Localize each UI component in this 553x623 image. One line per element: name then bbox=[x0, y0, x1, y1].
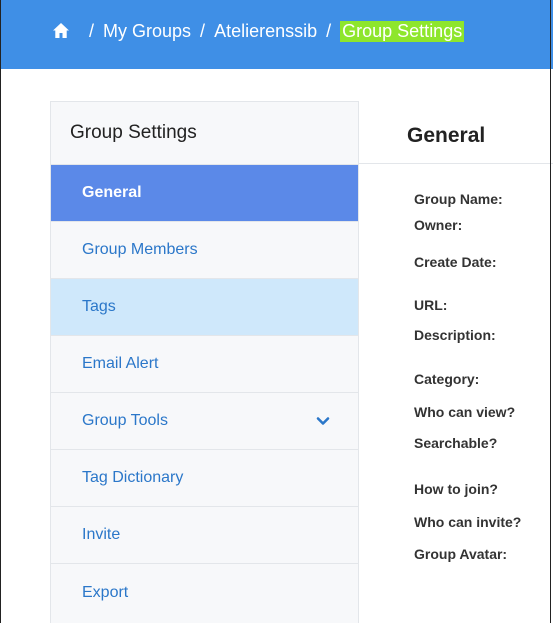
field-label-create-date: Create Date: bbox=[414, 254, 497, 270]
sidebar-item-label: Group Members bbox=[82, 241, 198, 258]
sidebar-item-label: Tag Dictionary bbox=[82, 469, 184, 486]
chevron-down-icon[interactable] bbox=[316, 414, 330, 428]
breadcrumb-separator: / bbox=[326, 21, 332, 41]
sidebar-item-label: Export bbox=[82, 583, 129, 601]
breadcrumb-group-settings: Group Settings bbox=[340, 21, 465, 42]
field-label-group-avatar: Group Avatar: bbox=[414, 546, 508, 562]
field-label-how-to-join: How to join? bbox=[414, 481, 498, 497]
field-label-who-can-invite: Who can invite? bbox=[414, 514, 522, 530]
home-icon[interactable] bbox=[52, 22, 70, 40]
breadcrumb-my-groups[interactable]: My Groups bbox=[103, 21, 191, 42]
field-label-url: URL: bbox=[414, 297, 448, 313]
sidebar-item-tag-dictionary[interactable]: Tag Dictionary bbox=[51, 450, 358, 507]
sidebar-item-group-members[interactable]: Group Members bbox=[51, 222, 358, 279]
page-title: General bbox=[359, 101, 553, 164]
general-panel: General Group Name: Owner: Create Date: … bbox=[359, 101, 553, 623]
field-list: Group Name: Owner: Create Date: URL: Des… bbox=[359, 164, 553, 575]
field-label-description: Description: bbox=[414, 327, 496, 343]
settings-sidebar: Group Settings General Group Members Tag… bbox=[50, 101, 359, 623]
sidebar-item-label: General bbox=[82, 184, 142, 201]
sidebar-item-label: Email Alert bbox=[82, 355, 159, 372]
breadcrumb-group[interactable]: Atelierenssib bbox=[214, 21, 317, 42]
sidebar-item-label: Group Tools bbox=[82, 412, 168, 429]
field-label-searchable: Searchable? bbox=[414, 435, 498, 451]
field-label-who-can-view: Who can view? bbox=[414, 404, 516, 420]
sidebar-title: Group Settings bbox=[51, 102, 358, 165]
field-label-owner: Owner: bbox=[414, 217, 463, 233]
field-label-group-name: Group Name: bbox=[414, 191, 503, 207]
sidebar-item-label: Tags bbox=[82, 298, 116, 315]
breadcrumb-separator: / bbox=[200, 21, 206, 41]
sidebar-item-export[interactable]: Export bbox=[51, 564, 358, 621]
sidebar-item-tags[interactable]: Tags bbox=[51, 279, 358, 336]
breadcrumb: / My Groups / Atelierenssib / Group Sett… bbox=[0, 0, 553, 69]
sidebar-item-email-alert[interactable]: Email Alert bbox=[51, 336, 358, 393]
sidebar-item-general[interactable]: General bbox=[51, 165, 358, 222]
field-label-category: Category: bbox=[414, 371, 480, 387]
sidebar-item-invite[interactable]: Invite bbox=[51, 507, 358, 564]
sidebar-item-label: Invite bbox=[82, 526, 121, 543]
breadcrumb-separator: / bbox=[89, 21, 95, 41]
sidebar-item-group-tools[interactable]: Group Tools bbox=[51, 393, 358, 450]
